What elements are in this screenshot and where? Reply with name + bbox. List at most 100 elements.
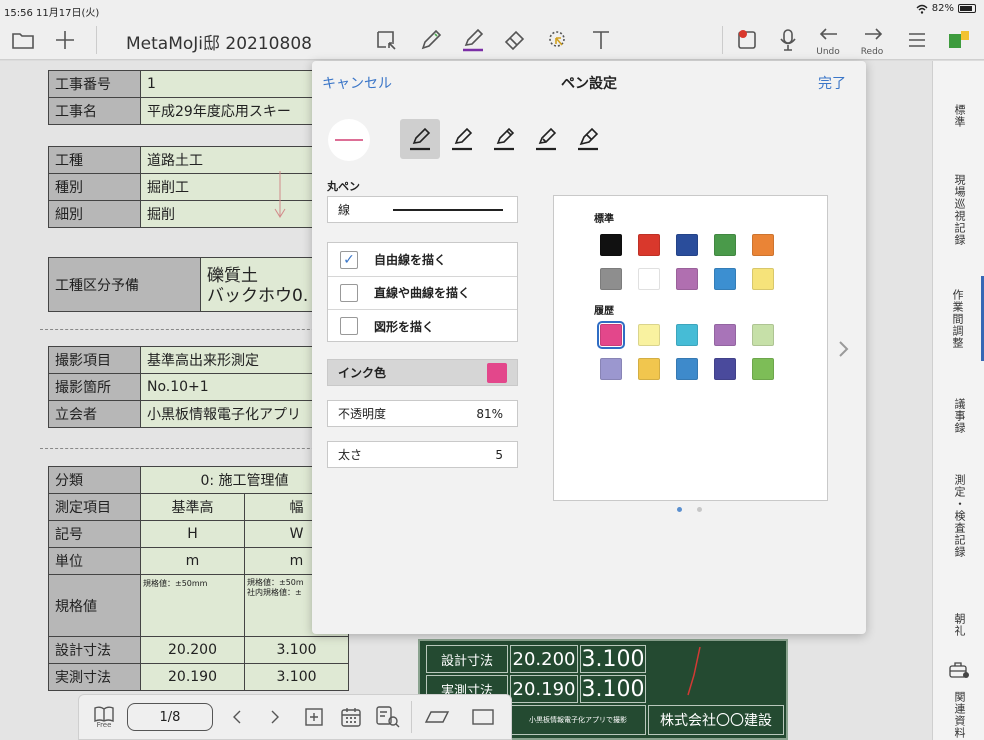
color-swatch[interactable] [714, 234, 736, 256]
section-divider [40, 329, 330, 330]
option-lines-curves[interactable]: 直線や曲線を描く [328, 276, 517, 310]
project-table: 工事番号 1 工事名 平成29年度応用スキー [48, 70, 321, 125]
color-swatch[interactable] [714, 268, 736, 290]
width-field[interactable]: 太さ 5 [327, 441, 518, 468]
marker-tool-icon[interactable] [414, 20, 448, 60]
page-indicator[interactable]: 1/8 [127, 703, 213, 731]
app-logo-icon[interactable] [944, 20, 974, 60]
color-swatch[interactable] [600, 358, 622, 380]
ink-color-field[interactable]: インク色 [327, 359, 518, 386]
eraser-tool-icon[interactable] [498, 20, 532, 60]
free-book-icon[interactable]: Free [87, 695, 121, 739]
color-swatch[interactable] [752, 268, 774, 290]
side-tab-site-patrol[interactable]: 現場巡視記録 [933, 165, 984, 255]
color-swatch[interactable] [676, 358, 698, 380]
option-shapes[interactable]: 図形を描く [328, 309, 517, 343]
redo-button[interactable]: Redo [858, 20, 888, 60]
status-bar: 15:56 11月17日(火) 82% [0, 0, 984, 20]
undo-button[interactable]: Undo [814, 20, 844, 60]
bottom-toolbar: Free 1/8 [78, 694, 512, 740]
table-row: 工事名 平成29年度応用スキー [48, 97, 321, 125]
color-swatch[interactable] [676, 324, 698, 346]
side-tab-standard[interactable]: 標準 [933, 91, 984, 141]
highlighter-icon[interactable] [568, 119, 608, 159]
annotation-arrow-icon [274, 171, 286, 218]
microphone-icon[interactable] [774, 20, 802, 60]
cancel-button[interactable]: キャンセル [322, 73, 392, 93]
side-tab-bar: 標準 現場巡視記録 作業間調整 議事録 測定・検査記録 朝礼 関連資料 [932, 61, 984, 740]
stroke-preview [328, 119, 370, 161]
notification-icon[interactable] [730, 20, 764, 60]
color-swatch[interactable] [597, 321, 625, 349]
color-swatch[interactable] [752, 324, 774, 346]
page-search-icon[interactable] [373, 695, 403, 739]
checkbox[interactable] [340, 317, 358, 335]
pen-tool-icon[interactable] [456, 20, 490, 60]
table-row: 立会者 小黒板情報電子化アプリ [48, 400, 321, 428]
checkbox[interactable] [340, 283, 358, 302]
status-time: 15:56 11月17日(火) [4, 8, 100, 19]
menu-icon[interactable] [904, 20, 930, 60]
redo-label: Redo [860, 47, 884, 57]
folder-icon[interactable] [8, 20, 38, 60]
undo-label: Undo [816, 47, 840, 57]
brush-pen-icon[interactable] [484, 119, 524, 159]
calendar-icon[interactable] [337, 695, 365, 739]
main-toolbar: MetaMoJi邸 20210808 Undo Redo [0, 20, 984, 60]
checkbox-checked[interactable]: ✓ [340, 250, 358, 269]
measurement-table: 分類 0: 施工管理値 測定項目 基準高幅 記号 H W 単位 m m 規格値 規格値：±5… [48, 466, 349, 691]
fine-pen-icon[interactable] [442, 119, 482, 159]
table-row: 分類 0: 施工管理値 [48, 466, 349, 494]
color-swatch[interactable] [714, 358, 736, 380]
add-page-icon[interactable] [301, 695, 327, 739]
table-row: 測定項目 基準高幅 [48, 493, 349, 521]
text-tool-icon[interactable] [584, 20, 618, 60]
parallelogram-shape-icon[interactable] [421, 695, 453, 739]
table-row: 撮影箇所 No.10+1 [48, 373, 321, 401]
table-row: 設計寸法 20.200 3.100 [48, 636, 349, 664]
side-tab-work-coordination[interactable]: 作業間調整 [933, 276, 984, 361]
palette-standard-label: 標準 [594, 214, 614, 225]
document-title[interactable]: MetaMoJi邸 20210808 [126, 29, 312, 54]
side-tab-inspection[interactable]: 測定・検査記録 [933, 461, 984, 571]
next-page-icon[interactable] [263, 695, 287, 739]
color-swatch[interactable] [638, 234, 660, 256]
add-icon[interactable] [50, 20, 80, 60]
side-tab-morning-meeting[interactable]: 朝礼 [933, 601, 984, 649]
round-pen-icon[interactable] [400, 119, 440, 159]
side-tab-minutes[interactable]: 議事録 [933, 381, 984, 451]
table-row: 実測寸法 20.190 3.100 [48, 663, 349, 691]
pen-settings-panel: ペン設定 キャンセル 完了 丸ペン 線 ✓ 自由線を描く 直線や曲線を描く 図形… [312, 61, 866, 634]
pen-type-label: 丸ペン [327, 180, 360, 193]
color-swatch[interactable] [714, 324, 736, 346]
fountain-pen-icon[interactable] [526, 119, 566, 159]
previous-page-icon[interactable] [225, 695, 249, 739]
chevron-right-icon[interactable] [836, 339, 850, 359]
page-dot[interactable] [697, 507, 702, 512]
color-swatch[interactable] [600, 234, 622, 256]
color-swatch[interactable] [638, 358, 660, 380]
opacity-field[interactable]: 不透明度 81% [327, 400, 518, 427]
palette-history-label: 履歴 [594, 306, 614, 317]
rectangle-shape-icon[interactable] [467, 695, 499, 739]
color-swatch[interactable] [638, 268, 660, 290]
lasso-select-icon[interactable] [370, 20, 404, 60]
table-row: 工種区分予備 礫質土 バックホウ0. [48, 257, 321, 312]
done-button[interactable]: 完了 [818, 73, 846, 93]
toolbox-icon[interactable] [933, 657, 984, 683]
line-style-field[interactable]: 線 [327, 196, 518, 223]
color-swatch[interactable] [752, 234, 774, 256]
color-swatch[interactable] [676, 268, 698, 290]
table-row: 撮影項目 基準高出来形測定 [48, 346, 321, 374]
option-freehand[interactable]: ✓ 自由線を描く [328, 243, 517, 277]
color-swatch[interactable] [638, 324, 660, 346]
battery-percent: 82% [931, 3, 954, 14]
color-swatch[interactable] [676, 234, 698, 256]
work-class-table: 工種区分予備 礫質土 バックホウ0. [48, 257, 321, 312]
color-swatch[interactable] [600, 268, 622, 290]
toolbar-divider [96, 26, 97, 54]
table-row: 記号 H W [48, 520, 349, 548]
select-tool-icon[interactable] [540, 20, 574, 60]
color-swatch[interactable] [752, 358, 774, 380]
side-tab-related-docs[interactable]: 関連資料 [933, 689, 984, 740]
